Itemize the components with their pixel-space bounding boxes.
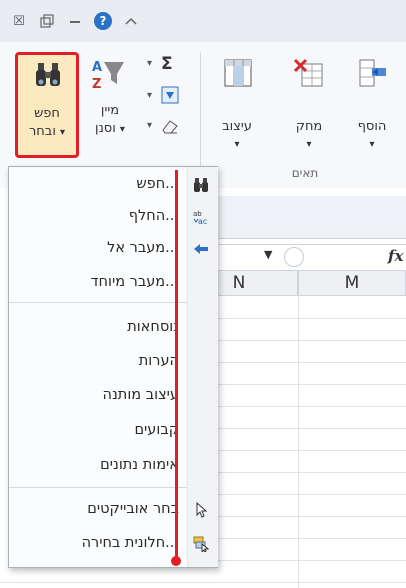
svg-text:ac: ac — [198, 217, 207, 225]
namebox-dropdown-icon[interactable]: ▼ — [264, 248, 272, 261]
column-header-m[interactable]: M — [298, 270, 406, 296]
help-icon[interactable]: ? — [94, 12, 112, 30]
format-label: עיצוב — [222, 119, 252, 134]
ribbon-group-divider — [200, 52, 201, 172]
annotation-line — [175, 170, 178, 560]
menu-item-data-validation[interactable]: אימות נתונים — [100, 457, 179, 473]
autosum-button[interactable]: ▾ Σ — [147, 54, 191, 78]
binoculars-icon — [34, 61, 62, 93]
cells-group-label: תאים — [291, 166, 319, 180]
find-select-label-2: ובחר — [28, 124, 56, 139]
sort-filter-button[interactable]: A Z מיין וסנן ▾ — [84, 56, 136, 156]
autosum-arrow-icon: ▾ — [147, 58, 153, 69]
delete-label: מחק — [295, 119, 323, 134]
menu-separator — [9, 487, 187, 488]
sort-filter-arrow-icon: ▾ — [119, 124, 125, 135]
delete-arrow-icon: ▾ — [306, 139, 312, 150]
insert-button[interactable]: הוסף ▾ — [344, 56, 400, 156]
select-objects-icon — [193, 502, 209, 518]
restore-window-icon[interactable] — [38, 12, 56, 30]
menu-item-goto-special[interactable]: מעבר מיוחד... — [91, 274, 179, 290]
sort-filter-label-2: וסנן — [95, 121, 116, 136]
menu-item-select-objects[interactable]: בחר אובייקטים — [87, 501, 179, 517]
window-title-bar: ☒ ? — [0, 0, 406, 42]
menu-item-constants[interactable]: קבועים — [134, 422, 179, 438]
minimize-window-icon[interactable] — [66, 12, 84, 30]
menu-item-find[interactable]: חפש... — [136, 176, 179, 192]
menu-item-comments[interactable]: הערות — [139, 353, 179, 369]
insert-function-icon[interactable]: fx — [388, 247, 403, 265]
selection-pane-icon — [193, 536, 209, 552]
format-arrow-icon: ▾ — [234, 139, 240, 150]
insert-arrow-icon: ▾ — [369, 139, 375, 150]
format-cells-icon — [224, 58, 252, 92]
fill-arrow-icon: ▾ — [147, 90, 153, 101]
insert-cells-icon — [358, 58, 388, 92]
menu-item-goto[interactable]: מעבר אל... — [107, 240, 179, 256]
replace-icon: ab ac — [193, 209, 209, 225]
autosum-icon: Σ — [161, 54, 173, 74]
find-select-label-1: חפש — [34, 106, 60, 121]
editing-small-buttons: ▾ Σ ▾ ▾ — [143, 54, 193, 146]
eraser-icon — [161, 118, 179, 138]
format-button[interactable]: עיצוב ▾ — [210, 56, 264, 156]
clear-arrow-icon: ▾ — [147, 120, 153, 131]
binoculars-icon — [193, 177, 209, 193]
menu-item-conditional-formatting[interactable]: עיצוב מותנה — [103, 387, 179, 403]
menu-separator — [9, 302, 187, 303]
close-window-icon[interactable]: ☒ — [10, 12, 28, 30]
fill-down-icon — [161, 86, 179, 108]
delete-cells-icon — [293, 58, 324, 92]
menu-item-selection-pane[interactable]: חלונית בחירה... — [82, 535, 179, 551]
find-select-menu: חפש... החלף... ab ac מעבר אל... מעבר מיוח… — [8, 166, 218, 568]
goto-arrow-icon — [193, 241, 209, 257]
svg-text:Z: Z — [92, 77, 101, 90]
delete-button[interactable]: מחק ▾ — [282, 56, 336, 156]
sort-filter-label-1: מיין — [100, 103, 120, 118]
find-select-arrow-icon: ▾ — [60, 127, 66, 138]
formula-circle-icon — [284, 247, 304, 267]
grid-line — [0, 582, 406, 583]
menu-item-replace[interactable]: החלף... — [129, 208, 179, 224]
sort-filter-icon: A Z — [92, 58, 126, 94]
clear-button[interactable]: ▾ — [147, 116, 191, 138]
insert-label: הוסף — [357, 119, 387, 134]
find-select-button[interactable]: חפש ובחר ▾ — [15, 52, 79, 158]
annotation-dot — [171, 556, 181, 566]
svg-text:A: A — [92, 60, 102, 75]
menu-item-formulas[interactable]: נוסחאות — [127, 319, 179, 335]
collapse-ribbon-icon[interactable] — [122, 12, 140, 30]
fill-button[interactable]: ▾ — [147, 86, 191, 108]
